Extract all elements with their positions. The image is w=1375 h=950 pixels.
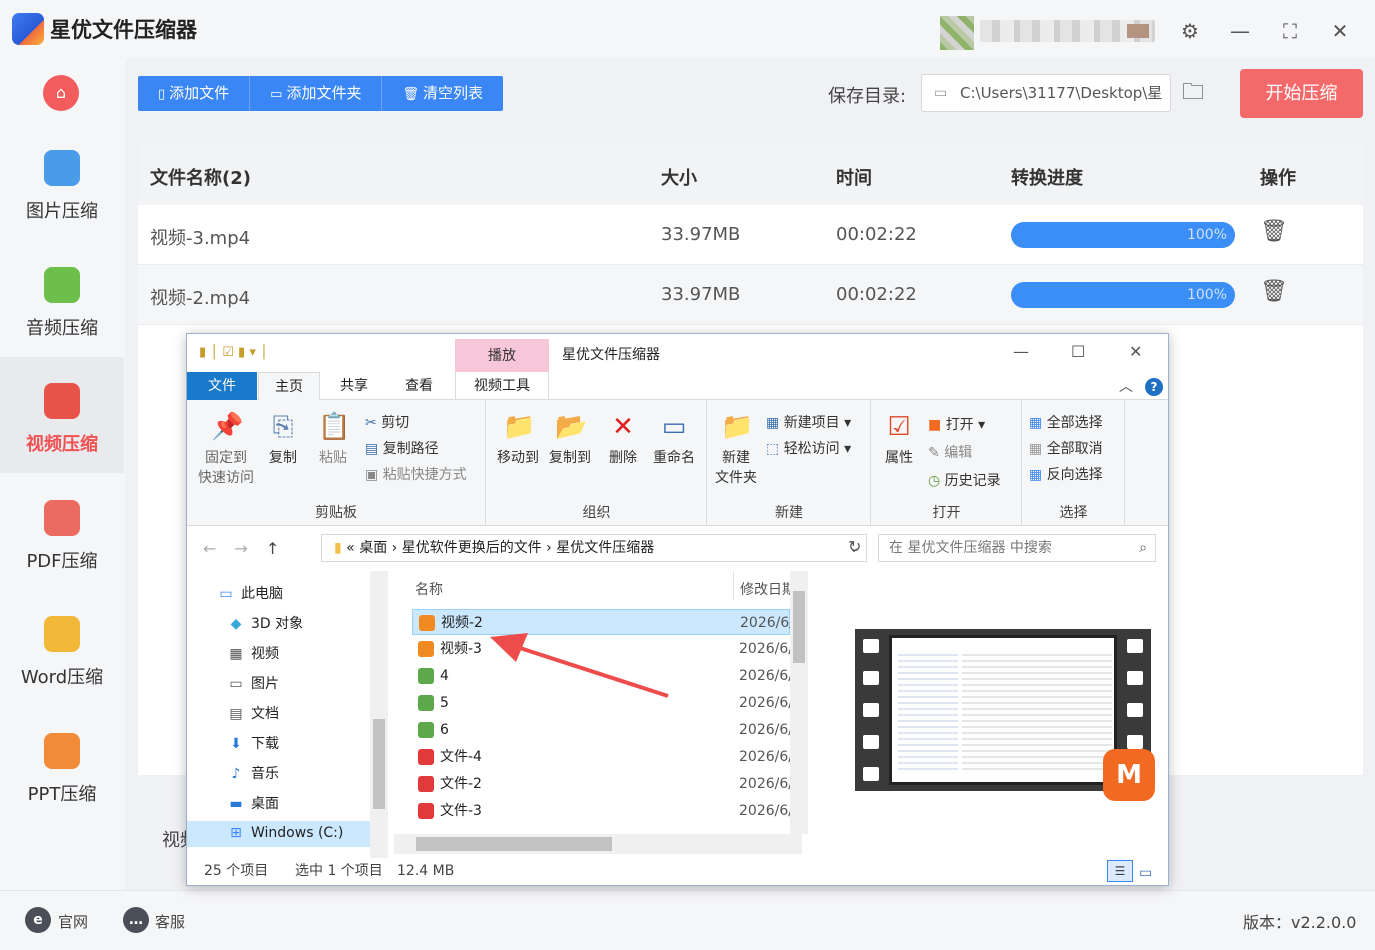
annotation-arrow — [490, 633, 669, 698]
arrow-shaft — [519, 646, 669, 698]
